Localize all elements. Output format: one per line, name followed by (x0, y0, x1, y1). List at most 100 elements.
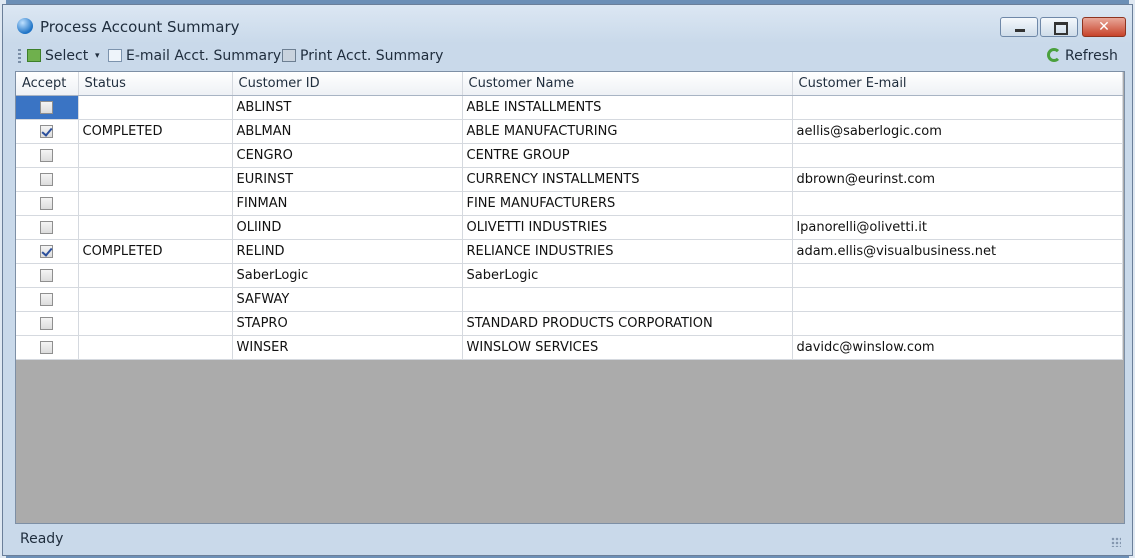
column-header-status[interactable]: Status (78, 72, 233, 96)
customer-id-cell[interactable]: RELIND (232, 239, 463, 264)
accept-cell[interactable] (16, 191, 79, 216)
customer-id-cell[interactable]: CENGRO (232, 143, 463, 168)
app-icon (17, 18, 33, 34)
refresh-icon (1047, 48, 1061, 62)
customer-name-cell[interactable]: CURRENCY INSTALLMENTS (462, 167, 793, 192)
accept-cell[interactable] (16, 95, 79, 120)
accept-checkbox[interactable] (40, 341, 54, 354)
status-cell[interactable] (78, 167, 233, 192)
table-row[interactable]: FINMAN FINE MANUFACTURERS (16, 191, 1123, 216)
column-header-customer-email[interactable]: Customer E-mail (792, 72, 1123, 96)
status-cell[interactable] (78, 143, 233, 168)
accept-cell[interactable] (16, 143, 79, 168)
customer-email-cell[interactable] (792, 287, 1123, 312)
customer-email-cell[interactable]: aellis@saberlogic.com (792, 119, 1123, 144)
select-dropdown-arrow[interactable]: ▾ (95, 47, 100, 65)
table-row[interactable]: COMPLETED ABLMAN ABLE MANUFACTURING aellis@… (16, 119, 1123, 144)
table-row[interactable]: SaberLogic SaberLogic (16, 263, 1123, 288)
close-button[interactable]: ✕ (1082, 17, 1126, 37)
header-row: Accept Status Customer ID Customer Name … (16, 72, 1123, 96)
minimize-button[interactable] (1000, 17, 1038, 37)
table-row[interactable]: EURINST CURRENCY INSTALLMENTS dbrown@eurin… (16, 167, 1123, 192)
customer-id-cell[interactable]: FINMAN (232, 191, 463, 216)
status-cell[interactable] (78, 215, 233, 240)
accept-checkbox[interactable] (40, 293, 54, 306)
accept-cell[interactable] (16, 287, 79, 312)
table-row[interactable]: OLIIND OLIVETTI INDUSTRIES lpanorelli@oliv… (16, 215, 1123, 240)
accept-cell[interactable] (16, 215, 79, 240)
customer-email-cell[interactable] (792, 311, 1123, 336)
status-cell[interactable] (78, 95, 233, 120)
resize-grip[interactable] (1111, 537, 1121, 547)
maximize-button[interactable] (1040, 17, 1078, 37)
customer-email-cell[interactable]: davidc@winslow.com (792, 335, 1123, 360)
column-header-customer-name[interactable]: Customer Name (462, 72, 793, 96)
table-row[interactable]: CENGRO CENTRE GROUP (16, 143, 1123, 168)
column-header-customer-id[interactable]: Customer ID (232, 72, 463, 96)
customer-name-cell[interactable]: ABLE INSTALLMENTS (462, 95, 793, 120)
column-header-accept[interactable]: Accept (16, 72, 79, 96)
accept-checkbox[interactable] (40, 221, 54, 234)
status-cell[interactable] (78, 263, 233, 288)
accept-checkbox[interactable] (40, 197, 54, 210)
customer-name-cell[interactable]: OLIVETTI INDUSTRIES (462, 215, 793, 240)
customer-id-cell[interactable]: EURINST (232, 167, 463, 192)
status-cell[interactable]: COMPLETED (78, 119, 233, 144)
status-cell[interactable] (78, 335, 233, 360)
customer-email-cell[interactable] (792, 191, 1123, 216)
status-cell[interactable] (78, 287, 233, 312)
accept-checkbox[interactable] (40, 125, 54, 138)
customer-email-cell[interactable] (792, 95, 1123, 120)
customer-email-cell[interactable] (792, 263, 1123, 288)
accept-checkbox[interactable] (40, 173, 54, 186)
status-cell[interactable]: COMPLETED (78, 239, 233, 264)
table-row[interactable]: WINSER WINSLOW SERVICES davidc@winslow.com (16, 335, 1123, 360)
customer-id-cell[interactable]: SAFWAY (232, 287, 463, 312)
table-row[interactable]: SAFWAY (16, 287, 1123, 312)
customer-id-cell[interactable]: WINSER (232, 335, 463, 360)
customer-email-cell[interactable]: dbrown@eurinst.com (792, 167, 1123, 192)
accept-checkbox[interactable] (40, 269, 54, 282)
customer-email-cell[interactable]: adam.ellis@visualbusiness.net (792, 239, 1123, 264)
customer-id-cell[interactable]: OLIIND (232, 215, 463, 240)
table-row[interactable]: STAPRO STANDARD PRODUCTS CORPORATION (16, 311, 1123, 336)
accept-checkbox[interactable] (40, 245, 54, 258)
email-acct-summary-button[interactable]: E-mail Acct. Summary (108, 47, 281, 65)
customer-email-cell[interactable] (792, 143, 1123, 168)
customer-name-cell[interactable]: RELIANCE INDUSTRIES (462, 239, 793, 264)
select-button[interactable]: Select (27, 47, 88, 65)
customer-id-cell[interactable]: SaberLogic (232, 263, 463, 288)
customer-id-cell[interactable]: STAPRO (232, 311, 463, 336)
customer-email-cell[interactable]: lpanorelli@olivetti.it (792, 215, 1123, 240)
accounts-table: Accept Status Customer ID Customer Name … (16, 72, 1123, 360)
customer-name-cell[interactable] (462, 287, 793, 312)
close-icon: ✕ (1098, 19, 1110, 35)
toolbar-grip[interactable] (18, 49, 21, 63)
accept-checkbox[interactable] (40, 101, 54, 114)
table-row[interactable]: COMPLETED RELIND RELIANCE INDUSTRIES adam.e… (16, 239, 1123, 264)
customer-name-cell[interactable]: SaberLogic (462, 263, 793, 288)
accept-cell[interactable] (16, 167, 79, 192)
accept-cell[interactable] (16, 263, 79, 288)
table-row[interactable]: ABLINST ABLE INSTALLMENTS (16, 95, 1123, 120)
process-account-summary-window: Process Account Summary ✕ Select ▾ E-mai… (2, 4, 1133, 556)
customer-name-cell[interactable]: WINSLOW SERVICES (462, 335, 793, 360)
refresh-button[interactable]: Refresh (1047, 47, 1118, 65)
status-cell[interactable] (78, 311, 233, 336)
customer-name-cell[interactable]: CENTRE GROUP (462, 143, 793, 168)
customer-name-cell[interactable]: STANDARD PRODUCTS CORPORATION (462, 311, 793, 336)
accounts-grid[interactable]: Accept Status Customer ID Customer Name … (15, 71, 1125, 524)
accept-cell[interactable] (16, 311, 79, 336)
accept-cell[interactable] (16, 239, 79, 264)
accept-cell[interactable] (16, 119, 79, 144)
print-acct-summary-button[interactable]: Print Acct. Summary (282, 47, 443, 65)
status-cell[interactable] (78, 191, 233, 216)
title-bar[interactable]: Process Account Summary ✕ (3, 5, 1132, 41)
customer-id-cell[interactable]: ABLMAN (232, 119, 463, 144)
customer-id-cell[interactable]: ABLINST (232, 95, 463, 120)
customer-name-cell[interactable]: ABLE MANUFACTURING (462, 119, 793, 144)
customer-name-cell[interactable]: FINE MANUFACTURERS (462, 191, 793, 216)
accept-cell[interactable] (16, 335, 79, 360)
accept-checkbox[interactable] (40, 317, 54, 330)
accept-checkbox[interactable] (40, 149, 54, 162)
